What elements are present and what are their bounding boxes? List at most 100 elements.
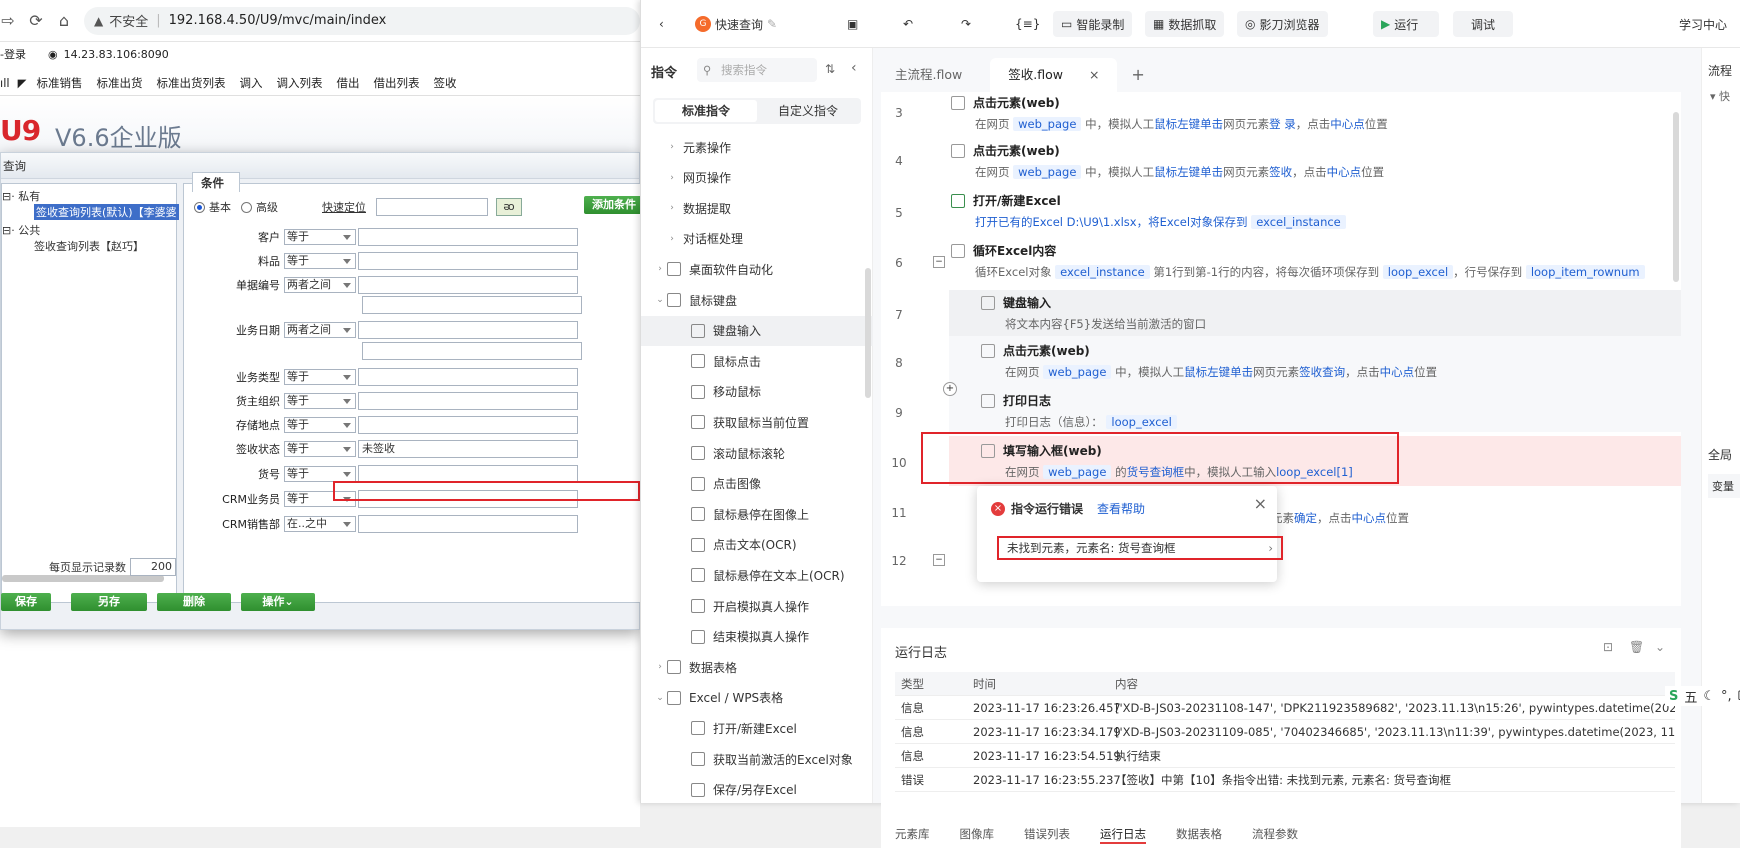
reload-icon[interactable]: ⟳ — [24, 9, 48, 33]
command-item[interactable]: 获取鼠标当前位置 — [641, 407, 873, 437]
command-item[interactable]: 点击文本(OCR) — [641, 530, 873, 560]
command-item[interactable]: 鼠标悬停在文本上(OCR) — [641, 560, 873, 590]
cond-op-select[interactable]: 等于 — [284, 441, 356, 457]
run-button[interactable]: ▶ 运行 — [1373, 11, 1439, 37]
cond-value-input[interactable] — [358, 515, 578, 533]
cond-op-select[interactable]: 等于 — [284, 417, 356, 433]
chevron-down-icon[interactable]: ⌄ — [1655, 640, 1665, 654]
trash-icon[interactable]: 🗑 — [1629, 640, 1644, 654]
step-click-sign[interactable]: 点击元素(web) 在网页 web_page 中，模拟人工鼠标左键单击网页元素签… — [951, 142, 1384, 188]
per-page-input[interactable]: 200 — [130, 558, 176, 576]
step-open-excel[interactable]: 打开/新建Excel 打开已有的Excel D:\U9\1.xlsx，将Exce… — [951, 192, 1346, 238]
cond-op-select[interactable]: 等于 — [284, 369, 356, 385]
tab-condition[interactable]: 条件 — [192, 172, 240, 192]
cond-value-input[interactable] — [358, 368, 578, 386]
cond-value-input[interactable] — [358, 228, 578, 246]
bookmark-login[interactable]: -登录 — [0, 46, 26, 62]
flow-panel-item[interactable]: ▾ 快 — [1710, 88, 1730, 104]
home-icon[interactable]: ⌂ — [52, 9, 76, 33]
command-item[interactable]: 鼠标悬停在图像上 — [641, 499, 873, 529]
command-item[interactable]: 获取当前激活的Excel对象 — [641, 744, 873, 774]
log-row[interactable]: 信息 2023-11-17 16:23:54.519 执行结束 — [895, 744, 1675, 768]
debug-button[interactable]: 调试 — [1453, 11, 1513, 37]
menu-item[interactable]: 调入 — [239, 75, 262, 91]
cond-op-select[interactable]: 等于 — [284, 466, 356, 482]
command-item[interactable]: 开启模拟真人操作 — [641, 591, 873, 621]
step-click-login[interactable]: 点击元素(web) 在网页 web_page 中，模拟人工鼠标左键单击网页元素登… — [951, 94, 1388, 140]
command-item[interactable]: ⌄ 鼠标键盘 — [641, 285, 873, 315]
back-icon[interactable]: ‹ — [651, 11, 672, 37]
menu-item[interactable]: 调入列表 — [276, 75, 322, 91]
command-item[interactable]: › 元素操作 — [641, 132, 873, 162]
close-icon[interactable]: × — [1089, 67, 1099, 82]
menu-icon[interactable]: ıll — [0, 76, 10, 90]
command-item[interactable]: 键盘输入 — [641, 315, 873, 346]
sort-icon[interactable]: ⇅ — [825, 62, 835, 76]
pin-icon[interactable]: ◤ — [18, 76, 27, 90]
cond-op-select[interactable]: 两者之间 — [284, 322, 356, 338]
smart-record-button[interactable]: ▭ 智能录制 — [1053, 11, 1133, 37]
menu-item[interactable]: 标准销售 — [36, 75, 82, 91]
cond-op-select[interactable]: 两者之间 — [284, 277, 356, 293]
url-field[interactable]: ▲ 不安全 | 192.168.4.50/U9/mvc/main/index — [84, 6, 640, 35]
tab-flow-params[interactable]: 流程参数 — [1252, 826, 1298, 844]
tab-run-log[interactable]: 运行日志 — [1100, 826, 1146, 844]
command-item[interactable]: 滚动鼠标滚轮 — [641, 438, 873, 468]
browser-button[interactable]: ◎ 影刀浏览器 — [1237, 11, 1328, 37]
cond-value-input[interactable]: 未签收 — [358, 440, 578, 458]
command-item[interactable]: 移动鼠标 — [641, 377, 873, 407]
add-tab-icon[interactable]: + — [1121, 58, 1154, 92]
save-button[interactable]: 保存 — [1, 593, 51, 611]
tree-scrollbar[interactable] — [2, 575, 164, 582]
step-click-sign-query[interactable]: 点击元素(web) 在网页 web_page 中，模拟人工鼠标左键单击网页元素签… — [981, 342, 1437, 388]
flow-scrollbar[interactable] — [1673, 112, 1679, 282]
forward-icon[interactable]: ⇨ — [0, 9, 20, 33]
tab-sign-flow[interactable]: 签收.flow × — [990, 58, 1118, 92]
command-item[interactable]: ⌄ Excel / WPS表格 — [641, 683, 873, 713]
operation-button[interactable]: 操作⌄ — [241, 593, 315, 611]
cond-value-input[interactable] — [358, 416, 578, 434]
add-step-icon[interactable]: + — [943, 382, 957, 396]
command-item[interactable]: 点击图像 — [641, 469, 873, 499]
moon-icon[interactable]: ☾ — [1703, 689, 1715, 704]
undo-icon[interactable]: ↶ — [895, 11, 921, 37]
log-row-error[interactable]: 错误 2023-11-17 16:23:55.237 【签收】中第【10】条指令出错… — [895, 768, 1675, 792]
edit-icon[interactable]: ✎ — [767, 17, 777, 31]
command-item[interactable]: › 网页操作 — [641, 163, 873, 193]
command-scrollbar[interactable] — [865, 268, 871, 398]
command-item[interactable]: 打开/新建Excel — [641, 713, 873, 743]
menu-item[interactable]: 借出 — [336, 75, 359, 91]
cond-op-select[interactable]: 等于 — [284, 393, 356, 409]
cond-op-select[interactable]: 等于 — [284, 229, 356, 245]
export-icon[interactable]: ⊡ — [1603, 640, 1613, 654]
cond-value-input[interactable] — [358, 321, 578, 339]
cond-value-input[interactable] — [358, 392, 578, 410]
command-item[interactable]: 结束模拟真人操作 — [641, 622, 873, 652]
tab-error-list[interactable]: 错误列表 — [1024, 826, 1070, 844]
cond-op-select[interactable]: 等于 — [284, 253, 356, 269]
save-icon[interactable]: ▣ — [839, 11, 866, 37]
radio-advanced[interactable] — [241, 201, 252, 213]
command-item[interactable]: 保存/另存Excel — [641, 775, 873, 805]
tree-item-zhao[interactable]: 签收查询列表【赵巧】 — [34, 238, 144, 254]
command-item[interactable]: 鼠标点击 — [641, 346, 873, 376]
punct-icon[interactable]: °, — [1721, 689, 1732, 704]
collapse-icon[interactable]: ‹ — [851, 60, 857, 76]
tab-element-lib[interactable]: 元素库 — [895, 826, 930, 844]
collapse-toggle-icon[interactable]: − — [933, 554, 945, 566]
add-condition-button[interactable]: 添加条件 — [584, 196, 644, 214]
cond-value-input-2[interactable] — [362, 342, 582, 360]
menu-item[interactable]: 标准出货列表 — [156, 75, 225, 91]
tab-main-flow[interactable]: 主流程.flow — [877, 58, 980, 92]
log-row[interactable]: 信息 2023-11-17 16:23:34.179 ['XD-B-JS03-202… — [895, 720, 1675, 744]
binoculars-icon[interactable]: ᴔ — [496, 198, 522, 216]
quick-locate-input[interactable] — [376, 198, 488, 216]
tree-node-private[interactable]: ⊟· 私有 — [2, 188, 40, 204]
flow-title[interactable]: G 快速查询 ✎ — [687, 11, 785, 37]
tree-item-default[interactable]: 签收查询列表(默认)【李婆婆 — [34, 204, 179, 220]
cond-value-input-2[interactable] — [362, 296, 582, 314]
tab-image-lib[interactable]: 图像库 — [960, 826, 995, 844]
bookmark-host[interactable]: 14.23.83.106:8090 — [64, 48, 169, 61]
radio-basic[interactable] — [194, 201, 205, 213]
command-search-input[interactable]: ⚲ 搜索指令 — [697, 58, 817, 82]
